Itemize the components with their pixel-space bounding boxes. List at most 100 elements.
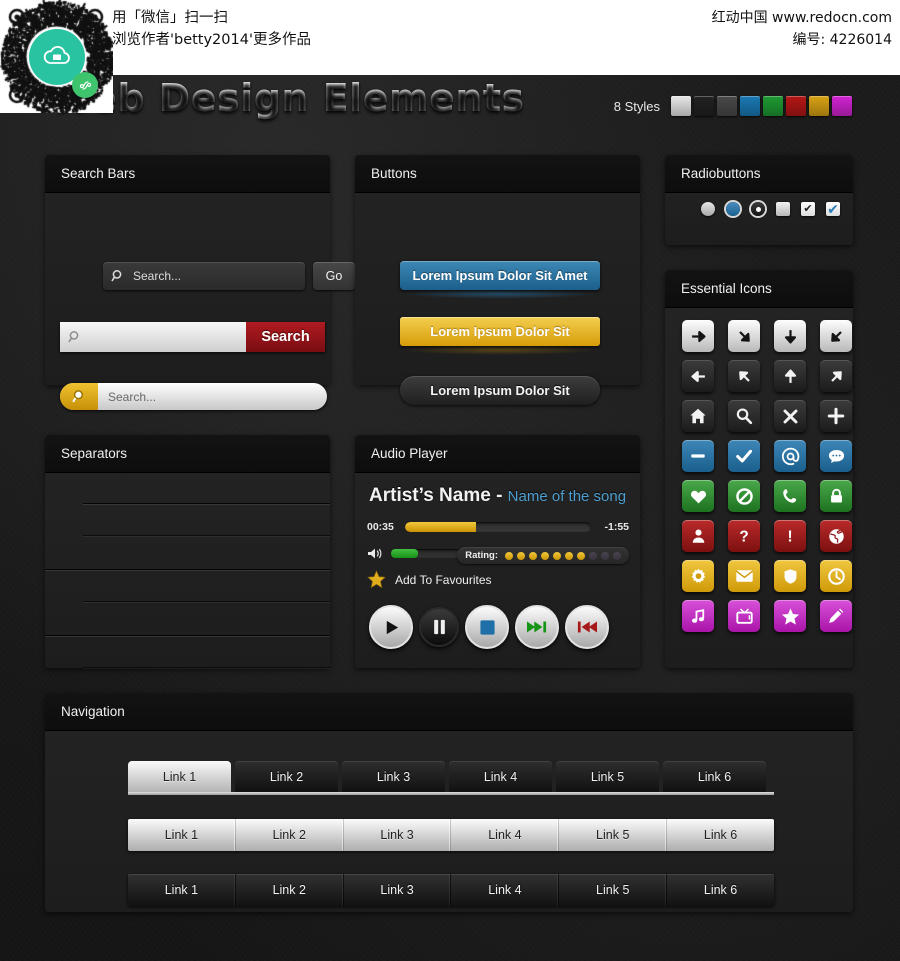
- nav-bar-dark-item-2[interactable]: Link 2: [236, 874, 344, 906]
- nav-bar-light-item-4[interactable]: Link 4: [451, 819, 560, 851]
- arrow-down-right-icon[interactable]: [728, 320, 760, 352]
- forward-button[interactable]: [515, 605, 559, 649]
- track-song: Name of the song: [507, 488, 627, 505]
- arrow-down-left-icon[interactable]: [820, 320, 852, 352]
- phone-icon[interactable]: [774, 480, 806, 512]
- rating-dot[interactable]: [613, 551, 621, 560]
- swatch-gold[interactable]: [809, 96, 829, 116]
- plus-icon[interactable]: [820, 400, 852, 432]
- panel-navigation: Navigation Link 1 Link 2 Link 3 Link 4 Link …: [45, 693, 853, 912]
- heart-icon[interactable]: [682, 480, 714, 512]
- globe-icon[interactable]: [820, 520, 852, 552]
- rating-dot[interactable]: [529, 551, 537, 560]
- go-button[interactable]: Go: [313, 262, 355, 290]
- exclamation-icon[interactable]: !: [774, 520, 806, 552]
- radio-selected-dot[interactable]: [751, 202, 765, 216]
- shield-icon[interactable]: [774, 560, 806, 592]
- search-button-red[interactable]: Search: [246, 322, 325, 352]
- comment-icon[interactable]: [820, 440, 852, 472]
- nav-tab-4[interactable]: Link 4: [449, 761, 552, 792]
- close-icon[interactable]: [774, 400, 806, 432]
- rating-dot[interactable]: [589, 551, 597, 560]
- rating-dots[interactable]: [505, 551, 621, 560]
- tv-icon[interactable]: [728, 600, 760, 632]
- rating-dot[interactable]: [505, 551, 513, 560]
- check-icon[interactable]: [728, 440, 760, 472]
- button-primary-dark[interactable]: Lorem Ipsum Dolor Sit: [400, 376, 600, 405]
- nav-bar-light-item-6[interactable]: Link 6: [667, 819, 774, 851]
- qr-code-badge[interactable]: [0, 0, 113, 113]
- nav-bar-dark-item-4[interactable]: Link 4: [451, 874, 560, 906]
- swatch-magenta[interactable]: [832, 96, 852, 116]
- search-icon-gold-badge: [60, 383, 98, 410]
- swatch-red[interactable]: [786, 96, 806, 116]
- nav-bar-light-item-5[interactable]: Link 5: [559, 819, 668, 851]
- swatch-blue[interactable]: [740, 96, 760, 116]
- swatch-green[interactable]: [763, 96, 783, 116]
- swatch-white[interactable]: [671, 96, 691, 116]
- checkbox-checked-blue[interactable]: ✔: [826, 202, 840, 216]
- rating-widget[interactable]: Rating:: [457, 547, 629, 564]
- lock-icon[interactable]: [820, 480, 852, 512]
- stop-button[interactable]: [465, 605, 509, 649]
- arrow-right-icon[interactable]: [682, 320, 714, 352]
- music-note-icon[interactable]: [682, 600, 714, 632]
- arrow-left-icon[interactable]: [682, 360, 714, 392]
- no-entry-icon[interactable]: [728, 480, 760, 512]
- nav-tab-2[interactable]: Link 2: [235, 761, 338, 792]
- search-icon-glyph: [736, 408, 753, 425]
- button-primary-blue[interactable]: Lorem Ipsum Dolor Sit Amet: [400, 261, 600, 290]
- rating-dot[interactable]: [517, 551, 525, 560]
- play-button[interactable]: [369, 605, 413, 649]
- nav-bar-light-item-1[interactable]: Link 1: [128, 819, 236, 851]
- checkbox-unchecked[interactable]: [776, 202, 790, 216]
- arrow-up-left-icon[interactable]: [728, 360, 760, 392]
- pencil-icon[interactable]: [820, 600, 852, 632]
- add-to-favourites-button[interactable]: Add To Favourites: [367, 570, 492, 589]
- pause-button[interactable]: [419, 607, 459, 647]
- arrow-down-icon[interactable]: [774, 320, 806, 352]
- arrow-up-right-icon[interactable]: [820, 360, 852, 392]
- progress-slider[interactable]: [405, 522, 591, 532]
- rating-dot[interactable]: [577, 551, 585, 560]
- envelope-icon[interactable]: [728, 560, 760, 592]
- search-input-dark[interactable]: Search...: [103, 262, 305, 290]
- minus-icon[interactable]: [682, 440, 714, 472]
- nav-tab-6[interactable]: Link 6: [663, 761, 766, 792]
- rating-dot[interactable]: [541, 551, 549, 560]
- search-bar-rounded[interactable]: Search...: [60, 383, 327, 410]
- rating-dot[interactable]: [601, 551, 609, 560]
- user-icon[interactable]: [682, 520, 714, 552]
- radio-unselected[interactable]: [701, 202, 715, 216]
- swatch-gray[interactable]: [717, 96, 737, 116]
- button-primary-gold[interactable]: Lorem Ipsum Dolor Sit: [400, 317, 600, 346]
- radio-selected-blue[interactable]: [726, 202, 740, 216]
- exclamation-icon-glyph: !: [787, 528, 792, 545]
- nav-bar-dark-item-5[interactable]: Link 5: [559, 874, 668, 906]
- nav-tab-3[interactable]: Link 3: [342, 761, 445, 792]
- nav-bar-dark-item-6[interactable]: Link 6: [667, 874, 774, 906]
- volume-icon[interactable]: [367, 547, 383, 560]
- nav-tab-1[interactable]: Link 1: [128, 761, 231, 792]
- checkbox-checked-dark[interactable]: ✔: [801, 202, 815, 216]
- question-icon[interactable]: ?: [728, 520, 760, 552]
- rating-dot[interactable]: [553, 551, 561, 560]
- swatch-black[interactable]: [694, 96, 714, 116]
- star-icon[interactable]: [774, 600, 806, 632]
- search-icon[interactable]: [728, 400, 760, 432]
- nav-tab-5[interactable]: Link 5: [556, 761, 659, 792]
- player-controls: [369, 605, 609, 649]
- rating-dot[interactable]: [565, 551, 573, 560]
- clock-icon[interactable]: [820, 560, 852, 592]
- nav-bar-light-item-3[interactable]: Link 3: [344, 819, 452, 851]
- gear-icon-glyph: [691, 568, 705, 583]
- arrow-up-icon[interactable]: [774, 360, 806, 392]
- at-icon[interactable]: [774, 440, 806, 472]
- home-icon[interactable]: [682, 400, 714, 432]
- nav-bar-light-item-2[interactable]: Link 2: [236, 819, 344, 851]
- nav-bar-dark-item-3[interactable]: Link 3: [344, 874, 452, 906]
- nav-bar-dark-item-1[interactable]: Link 1: [128, 874, 236, 906]
- search-input-light[interactable]: [60, 322, 246, 352]
- rewind-button[interactable]: [565, 605, 609, 649]
- gear-icon[interactable]: [682, 560, 714, 592]
